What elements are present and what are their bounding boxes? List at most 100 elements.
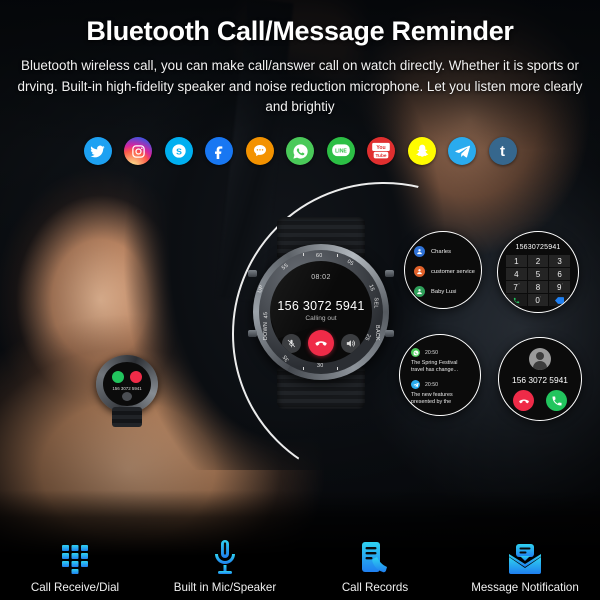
contact-avatar-icon xyxy=(414,246,425,257)
feature-label: Call Receive/Dial xyxy=(30,581,120,594)
product-feature-image: Bluetooth Call/Message Reminder Bluetoot… xyxy=(0,0,600,600)
social-app-icon-row: S LINE You Tube t xyxy=(0,137,600,165)
dialpad-key-4[interactable]: 4 xyxy=(506,268,527,280)
bezel-label-down: DOWN xyxy=(263,321,270,341)
line-icon[interactable]: LINE xyxy=(326,137,355,165)
watch-time: 08:02 xyxy=(311,274,331,281)
dialpad-key-9[interactable]: 9 ' xyxy=(549,281,570,293)
wrist-watch-case: 156 3072 5941 xyxy=(96,355,158,413)
tumblr-icon[interactable]: t xyxy=(488,137,517,165)
watch-pusher-back[interactable] xyxy=(385,330,394,337)
telegram-icon[interactable] xyxy=(448,137,476,165)
wrist-accept-button[interactable] xyxy=(112,371,124,383)
watch-screen: 08:02 156 3072 5941 Calling out xyxy=(270,261,372,363)
bezel-label-60: 60 xyxy=(316,253,323,259)
end-call-button[interactable] xyxy=(308,330,334,356)
svg-text:S: S xyxy=(176,146,182,156)
bezel-label-up: UP xyxy=(256,284,266,294)
watch-pusher-up[interactable] xyxy=(248,270,257,277)
bezel-label-back: BACK xyxy=(373,325,380,341)
dialpad-screen-bubble: 15630725941 1 2 3 4 5 6 7 " 8 9 ' 0 ' xyxy=(497,231,579,313)
caller-avatar xyxy=(529,348,551,370)
contact-list-item[interactable]: customer service xyxy=(414,266,475,277)
incoming-call-number: 156 3072 5941 xyxy=(512,375,568,385)
page-subtitle: Bluetooth wireless call, you can make ca… xyxy=(17,58,583,114)
incoming-call-actions xyxy=(499,390,581,411)
dialpad-key-2[interactable]: 2 xyxy=(527,255,549,267)
wrist-worn-smartwatch: 156 3072 5941 xyxy=(96,355,158,427)
contact-list-item[interactable]: Baby Lusi xyxy=(414,286,456,297)
wrist-decline-button[interactable] xyxy=(130,371,142,383)
twitter-icon[interactable] xyxy=(83,137,112,165)
instagram-icon[interactable] xyxy=(124,137,152,165)
feature-label: Message Notification xyxy=(471,581,579,594)
call-records-icon xyxy=(359,535,391,575)
mic-muted-icon xyxy=(287,339,296,347)
message-body[interactable]: The Spring Festival travel has change... xyxy=(411,360,469,375)
dialpad-key-1[interactable]: 1 xyxy=(506,255,527,267)
dialpad-call-button[interactable] xyxy=(506,294,527,306)
youtube-icon[interactable]: You Tube xyxy=(367,137,395,165)
contact-list-item[interactable]: Charles xyxy=(414,246,451,257)
contact-name: Charles xyxy=(431,248,451,255)
feature-call-receive-dial[interactable]: Call Receive/Dial xyxy=(0,535,150,594)
header: Bluetooth Call/Message Reminder Bluetoot… xyxy=(0,0,600,118)
contact-name: customer service xyxy=(431,268,475,275)
svg-text:Tube: Tube xyxy=(376,153,387,159)
watch-bezel: 60 05 15 25 30 35 45 55 UP SEL DOWN BACK… xyxy=(256,250,383,374)
phone-call-icon xyxy=(552,396,562,405)
message-time: 20:50 xyxy=(425,381,438,388)
feature-message-notification[interactable]: Message Notification xyxy=(450,535,600,594)
dialpad-key-5[interactable]: 5 xyxy=(527,268,549,280)
wrist-watch-strap xyxy=(112,407,142,427)
backspace-icon xyxy=(555,296,565,304)
dialpad-key-7[interactable]: 7 " xyxy=(506,281,527,293)
speaker-icon xyxy=(346,339,356,347)
phone-hangup-icon xyxy=(315,341,327,346)
incoming-call-bubble: 156 3072 5941 xyxy=(498,337,582,421)
skype-icon[interactable]: S xyxy=(164,137,193,165)
bezel-label-30: 30 xyxy=(317,363,324,369)
feature-call-records[interactable]: Call Records xyxy=(300,535,450,594)
bezel-label-45: 45 xyxy=(263,311,270,319)
phone-hangup-icon xyxy=(518,399,529,403)
whatsapp-icon[interactable] xyxy=(286,137,314,165)
dialpad-key-8[interactable]: 8 xyxy=(527,281,549,293)
contacts-screen-bubble: Charles customer service Baby Lusi xyxy=(404,231,482,309)
wrist-call-number: 156 3072 5941 xyxy=(112,386,142,391)
wrist-action-button[interactable] xyxy=(122,392,132,401)
accept-call-button[interactable] xyxy=(546,390,567,411)
dialpad-number-display: 15630725941 xyxy=(515,244,561,251)
contact-name: Baby Lusi xyxy=(431,288,457,295)
snapchat-icon[interactable] xyxy=(407,137,436,165)
dialpad-key-3[interactable]: 3 xyxy=(549,255,570,267)
main-smartwatch: 60 05 15 25 30 35 45 55 UP SEL DOWN BACK… xyxy=(246,217,396,409)
watch-call-number: 156 3072 5941 xyxy=(277,299,365,313)
page-title: Bluetooth Call/Message Reminder xyxy=(86,16,514,46)
mute-button[interactable] xyxy=(282,333,301,353)
watch-call-state: Calling out xyxy=(305,315,337,322)
dialpad-key-6[interactable]: 6 xyxy=(549,268,570,280)
watch-pusher-select[interactable] xyxy=(385,270,394,277)
message-header: 20:50 xyxy=(411,380,438,389)
dialpad-key-0[interactable]: 0 ' xyxy=(527,294,549,306)
dialpad-backspace-button[interactable] xyxy=(549,294,570,306)
watch-case: 60 05 15 25 30 35 45 55 UP SEL DOWN BACK… xyxy=(253,244,389,380)
messages-icon[interactable] xyxy=(245,137,274,165)
dialpad-icon xyxy=(58,535,92,575)
svg-text:LINE: LINE xyxy=(335,148,347,154)
dialpad-keys: 1 2 3 4 5 6 7 " 8 9 ' 0 ' xyxy=(506,255,570,306)
feature-bar: Call Receive/Dial Built in Mic/Speaker C… xyxy=(0,535,600,594)
message-body[interactable]: The new features presented by the xyxy=(411,392,469,407)
feature-label: Built in Mic/Speaker xyxy=(173,581,277,594)
facebook-icon[interactable] xyxy=(205,137,233,165)
wrist-watch-screen: 156 3072 5941 xyxy=(103,362,151,406)
decline-call-button[interactable] xyxy=(513,390,534,411)
speaker-button[interactable] xyxy=(341,333,360,353)
whatsapp-icon xyxy=(411,348,420,357)
message-notification-bubble: 20:50 The Spring Festival travel has cha… xyxy=(399,334,481,416)
watch-pusher-down[interactable] xyxy=(248,330,257,337)
watch-call-controls xyxy=(270,330,372,356)
feature-built-in-mic-speaker[interactable]: Built in Mic/Speaker xyxy=(150,535,300,594)
bezel-label-sel: SEL xyxy=(372,297,379,309)
